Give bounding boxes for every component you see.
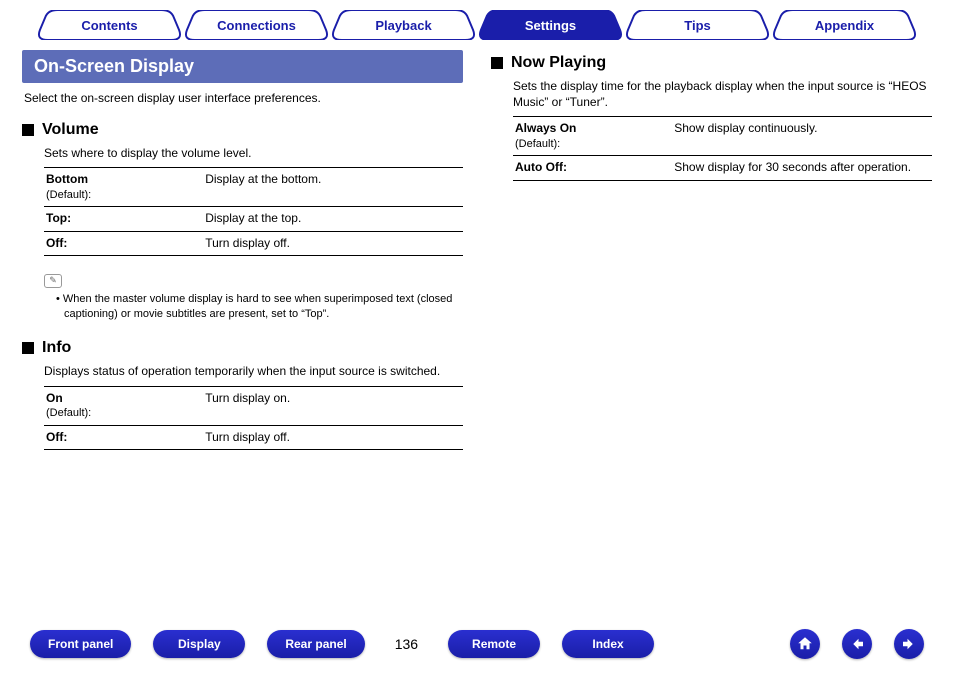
option-desc: Show display for 30 seconds after operat… <box>672 156 932 181</box>
front-panel-button[interactable]: Front panel <box>30 630 131 658</box>
section-heading: Now Playing <box>511 54 606 72</box>
option-desc: Turn display off. <box>203 425 463 450</box>
tab-label: Connections <box>217 18 296 33</box>
footer-bar: Front panel Display Rear panel 136 Remot… <box>0 629 954 659</box>
tab-label: Playback <box>375 18 431 33</box>
section-info: Info <box>22 339 463 357</box>
option-desc: Display at the bottom. <box>203 168 463 207</box>
table-row: On(Default): Turn display on. <box>44 386 463 425</box>
arrow-left-icon <box>848 635 866 653</box>
top-tabs: Contents Connections Playback Settings T… <box>18 10 936 40</box>
page-number: 136 <box>387 636 426 652</box>
index-button[interactable]: Index <box>562 630 654 658</box>
table-row: Off: Turn display off. <box>44 425 463 450</box>
arrow-right-icon <box>900 635 918 653</box>
prev-page-button[interactable] <box>842 629 872 659</box>
bullet-icon <box>22 124 34 136</box>
option-name: Top: <box>46 211 71 225</box>
table-row: Always On (Default): Show display continu… <box>513 117 932 156</box>
bullet-icon <box>491 57 503 69</box>
next-page-button[interactable] <box>894 629 924 659</box>
section-sub: Sets the display time for the playback d… <box>513 78 932 110</box>
option-desc: Turn display off. <box>203 231 463 256</box>
page-title: On-Screen Display <box>22 50 463 83</box>
tab-appendix[interactable]: Appendix <box>771 10 918 40</box>
option-name: Bottom <box>46 172 88 186</box>
option-default: (Default): <box>46 406 197 420</box>
tab-settings[interactable]: Settings <box>477 10 624 40</box>
pencil-icon: ✎ <box>44 274 62 288</box>
section-sub: Displays status of operation temporarily… <box>44 363 463 379</box>
tab-label: Tips <box>684 18 711 33</box>
option-name: Always On <box>515 121 576 135</box>
bullet-icon <box>22 342 34 354</box>
note-box: ✎ • When the master volume display is ha… <box>44 270 463 321</box>
right-column: Now Playing Sets the display time for th… <box>491 50 932 450</box>
note-text: • When the master volume display is hard… <box>50 292 463 322</box>
table-row: Off: Turn display off. <box>44 231 463 256</box>
volume-options-table: Bottom(Default): Display at the bottom. … <box>44 167 463 256</box>
table-row: Bottom (Default): Display at the bottom. <box>44 168 463 207</box>
home-icon <box>796 635 814 653</box>
intro-text: Select the on-screen display user interf… <box>22 91 463 105</box>
option-name: Auto Off: <box>515 160 567 174</box>
table-row: Top: Display at the top. <box>44 207 463 232</box>
option-default: (Default): <box>46 188 197 202</box>
tab-tips[interactable]: Tips <box>624 10 771 40</box>
display-button[interactable]: Display <box>153 630 245 658</box>
section-volume: Volume <box>22 121 463 139</box>
section-sub: Sets where to display the volume level. <box>44 145 463 161</box>
option-desc: Display at the top. <box>203 207 463 232</box>
tab-label: Settings <box>525 18 576 33</box>
section-now-playing: Now Playing <box>491 54 932 72</box>
tab-connections[interactable]: Connections <box>183 10 330 40</box>
section-heading: Volume <box>42 121 99 139</box>
option-desc: Show display continuously. <box>672 117 932 156</box>
option-default: (Default): <box>515 137 666 151</box>
tab-label: Appendix <box>815 18 874 33</box>
option-desc: Turn display on. <box>203 386 463 425</box>
remote-button[interactable]: Remote <box>448 630 540 658</box>
tab-label: Contents <box>81 18 137 33</box>
rear-panel-button[interactable]: Rear panel <box>267 630 364 658</box>
section-heading: Info <box>42 339 71 357</box>
option-name: Off: <box>46 236 67 250</box>
tab-playback[interactable]: Playback <box>330 10 477 40</box>
left-column: On-Screen Display Select the on-screen d… <box>22 50 463 450</box>
info-options-table: On(Default): Turn display on. Off: Turn … <box>44 386 463 450</box>
option-name: Off: <box>46 430 67 444</box>
nowplaying-options-table: Always On (Default): Show display continu… <box>513 116 932 180</box>
home-button[interactable] <box>790 629 820 659</box>
tab-contents[interactable]: Contents <box>36 10 183 40</box>
option-name: On <box>46 391 63 405</box>
table-row: Auto Off: Show display for 30 seconds af… <box>513 156 932 181</box>
